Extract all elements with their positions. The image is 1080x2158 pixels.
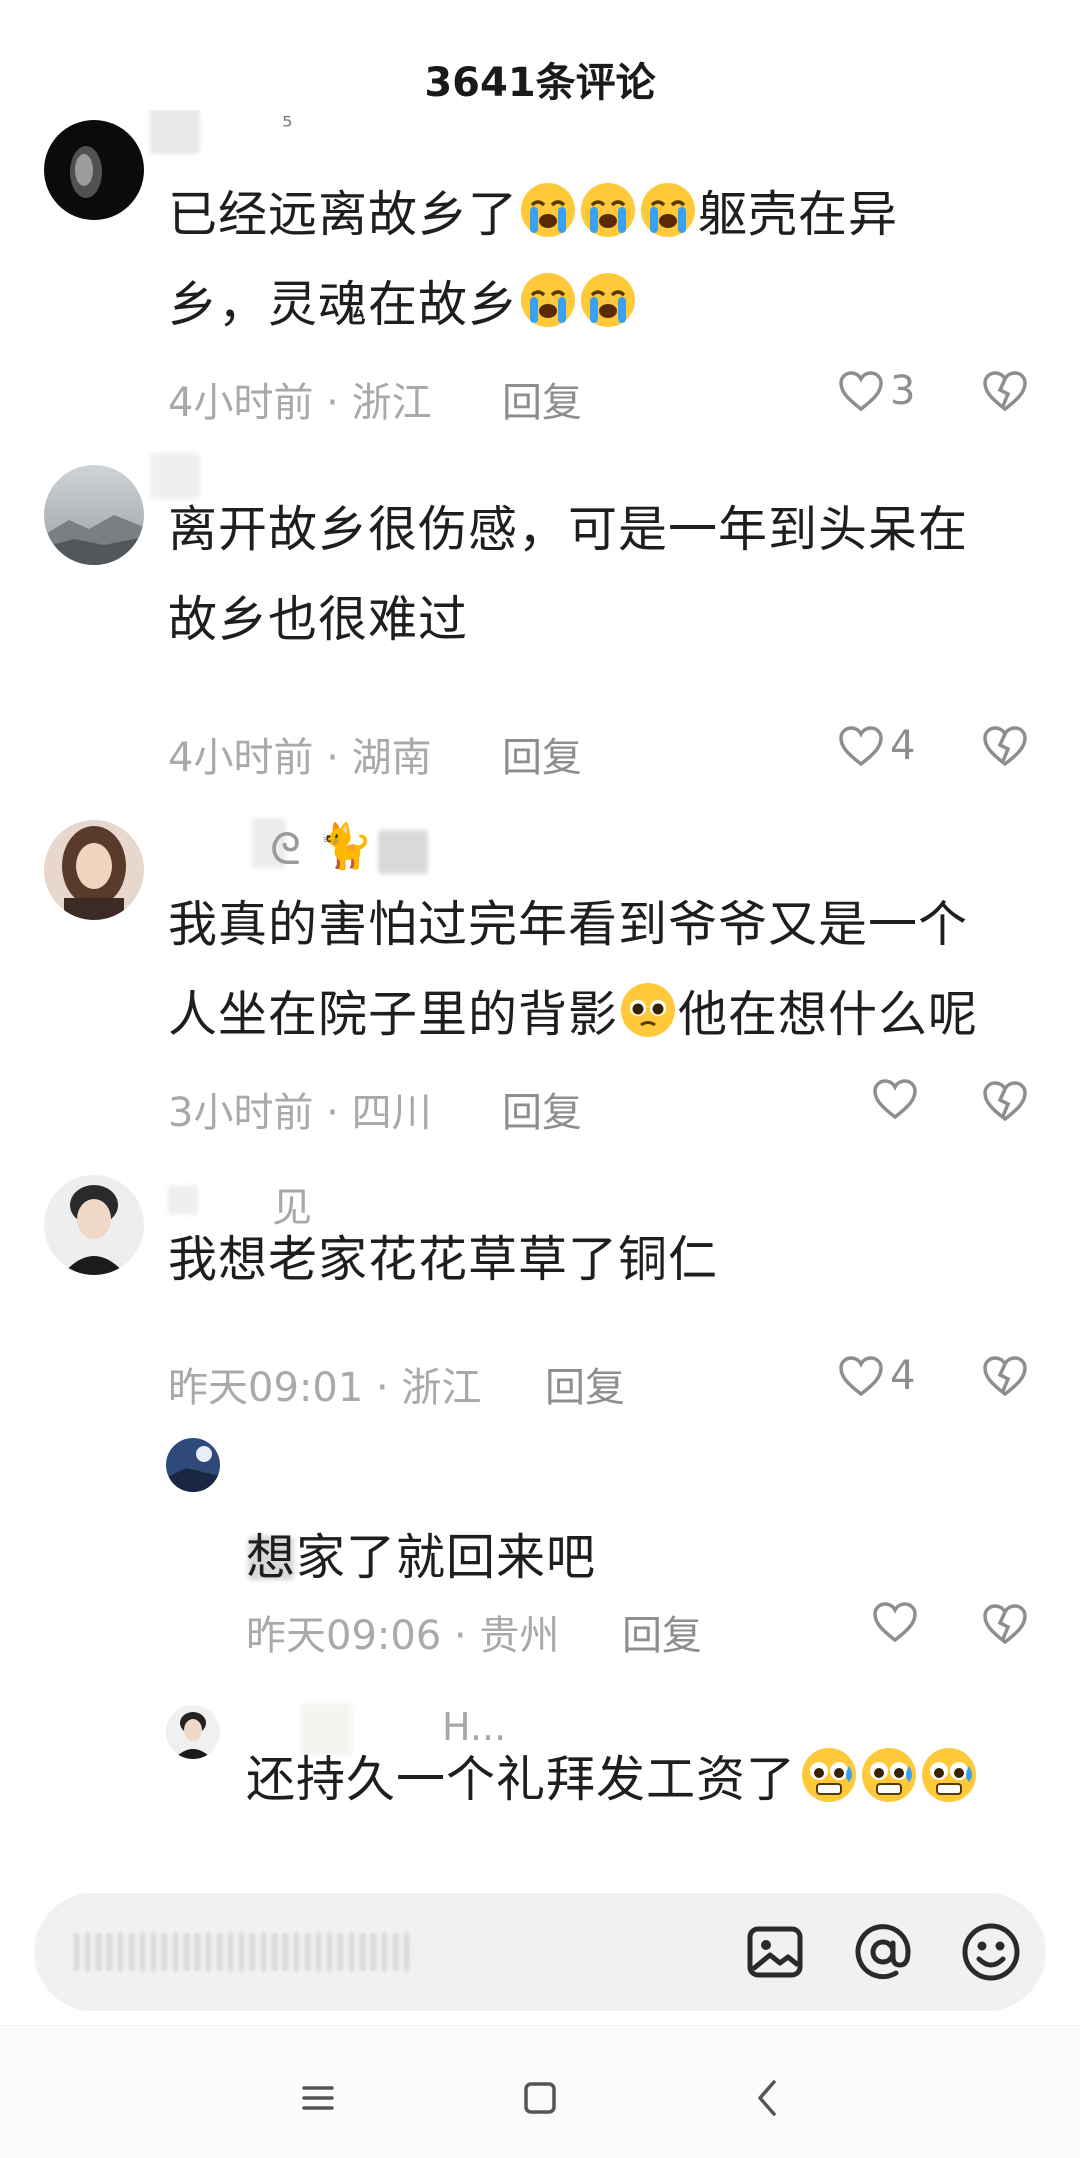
avatar[interactable] — [44, 1175, 144, 1275]
comment-input-placeholder[interactable] — [74, 1933, 414, 1971]
dislike-button[interactable] — [982, 1080, 1028, 1126]
comments-header: 3641条评论 — [0, 0, 1080, 120]
system-navigation-bar — [0, 2025, 1080, 2158]
reply-text-segment: 还持久一个礼拜发工资了 — [246, 1751, 797, 1808]
reply-text: 想家了就回来吧 — [246, 1513, 596, 1603]
comment-item: ᘓ 🐈 我真的害怕过完年看到爷爷又是一个 人坐在院子里的背影 他在想什么呢 3小时… — [0, 810, 1080, 1165]
comment-text: 我想老家花花草草了铜仁 — [168, 1215, 718, 1305]
worried-emoji-icon — [917, 1743, 977, 1802]
comment-text: 已经远离故乡了 躯壳在异 乡，灵魂在故乡 — [168, 170, 898, 350]
comment-list[interactable]: ⁵ 已经远离故乡了 躯壳在异 乡，灵魂在故乡 4小时前 · 浙江 回复 3 离开故… — [0, 110, 1080, 1875]
crying-emoji-icon — [579, 268, 637, 327]
reply-text-segment: 想家了就回来吧 — [246, 1529, 597, 1586]
dislike-button[interactable] — [982, 725, 1028, 771]
reply-button[interactable]: 回复 — [502, 370, 582, 428]
like-button[interactable]: 4 — [838, 723, 915, 769]
avatar[interactable] — [44, 120, 144, 220]
dislike-button[interactable] — [982, 370, 1028, 416]
blurred-username — [150, 110, 200, 154]
comment-text-segment: 故乡也很难过 — [168, 591, 469, 648]
comment-text: 离开故乡很伤感，可是一年到头呆在 故乡也很难过 — [168, 485, 968, 665]
dislike-button[interactable] — [982, 1355, 1028, 1401]
comment-text: 我真的害怕过完年看到爷爷又是一个 人坐在院子里的背影 他在想什么呢 — [168, 880, 978, 1060]
comment-text-segment: 离开故乡很伤感，可是一年到头呆在 — [168, 501, 969, 558]
worried-emoji-icon — [797, 1743, 857, 1802]
like-count: 4 — [890, 1353, 916, 1399]
comment-text-segment: 躯壳在异 — [698, 186, 899, 243]
heart-outline-icon — [873, 1602, 917, 1643]
back-chevron-icon[interactable] — [738, 2068, 798, 2128]
like-count: 3 — [890, 368, 916, 414]
comment-time-location: 3小时前 · 四川 — [168, 1090, 432, 1136]
broken-heart-icon — [983, 1081, 1027, 1122]
reply-button[interactable]: 回复 — [502, 1080, 582, 1138]
like-button[interactable] — [872, 1601, 924, 1643]
comment-text-segment: 已经远离故乡了 — [168, 186, 519, 243]
smiley-icon[interactable] — [958, 1919, 1024, 1985]
cat-emoji-icon: 🐈 — [318, 821, 373, 872]
crying-emoji-icon — [519, 178, 577, 237]
broken-heart-icon — [983, 726, 1027, 767]
crying-emoji-icon — [639, 178, 697, 237]
heart-outline-icon — [839, 726, 883, 767]
heart-outline-icon — [873, 1079, 917, 1120]
reply-button[interactable]: 回复 — [622, 1603, 702, 1661]
comment-item: ⁵ 已经远离故乡了 躯壳在异 乡，灵魂在故乡 4小时前 · 浙江 回复 3 — [0, 110, 1080, 450]
crying-emoji-icon — [519, 268, 577, 327]
avatar[interactable] — [166, 1705, 220, 1759]
comment-text-segment: 乡，灵魂在故乡 — [168, 276, 519, 333]
comment-time-location: 4小时前 · 湖南 — [168, 735, 432, 781]
like-button[interactable] — [872, 1078, 924, 1120]
comment-time-location: 昨天09:01 · 浙江 — [168, 1365, 482, 1411]
comment-text-segment: 我想老家花花草草了铜仁 — [168, 1231, 719, 1288]
comment-time-location: 4小时前 · 浙江 — [168, 380, 432, 426]
reply-button[interactable]: 回复 — [545, 1355, 625, 1413]
broken-heart-icon — [983, 1604, 1027, 1645]
like-button[interactable]: 3 — [838, 368, 915, 414]
broken-heart-icon — [983, 371, 1027, 412]
comment-username[interactable]: ⁵ — [282, 112, 292, 142]
reply-button[interactable]: 回复 — [502, 725, 582, 783]
comment-text-segment: 我真的害怕过完年看到爷爷又是一个 — [168, 896, 969, 953]
crying-emoji-icon — [579, 178, 637, 237]
like-button[interactable]: 4 — [838, 1353, 915, 1399]
image-icon[interactable] — [742, 1919, 808, 1985]
reply-time-location: 昨天09:06 · 贵州 — [246, 1613, 560, 1659]
comment-text-segment: 他在想什么呢 — [678, 986, 979, 1043]
menu-icon[interactable] — [288, 2068, 348, 2128]
heart-outline-icon — [839, 371, 883, 412]
heart-outline-icon — [839, 1356, 883, 1397]
pleading-emoji-icon — [619, 978, 677, 1037]
comment-input-bar[interactable] — [34, 1893, 1046, 2011]
reply-item: 想家了就回来吧 昨天09:06 · 贵州 回复 — [0, 1428, 1080, 1678]
home-square-icon[interactable] — [510, 2068, 570, 2128]
comment-item: 离开故乡很伤感，可是一年到头呆在 故乡也很难过 4小时前 · 湖南 回复 4 — [0, 453, 1080, 810]
blurred-username — [168, 1185, 198, 1215]
reply-item: H... 还持久一个礼拜发工资了 — [0, 1695, 1080, 1875]
dislike-button[interactable] — [982, 1603, 1028, 1649]
broken-heart-icon — [983, 1356, 1027, 1397]
reply-text: 还持久一个礼拜发工资了 — [246, 1735, 977, 1825]
username-swirl-icon: ᘓ — [270, 824, 301, 875]
avatar[interactable] — [166, 1438, 220, 1492]
comment-count-title: 3641条评论 — [424, 60, 656, 106]
worried-emoji-icon — [857, 1743, 917, 1802]
like-count: 4 — [890, 723, 916, 769]
comment-text-segment: 人坐在院子里的背影 — [168, 986, 619, 1043]
at-icon[interactable] — [850, 1919, 916, 1985]
blurred-username — [378, 830, 428, 874]
avatar[interactable] — [44, 820, 144, 920]
avatar[interactable] — [44, 465, 144, 565]
